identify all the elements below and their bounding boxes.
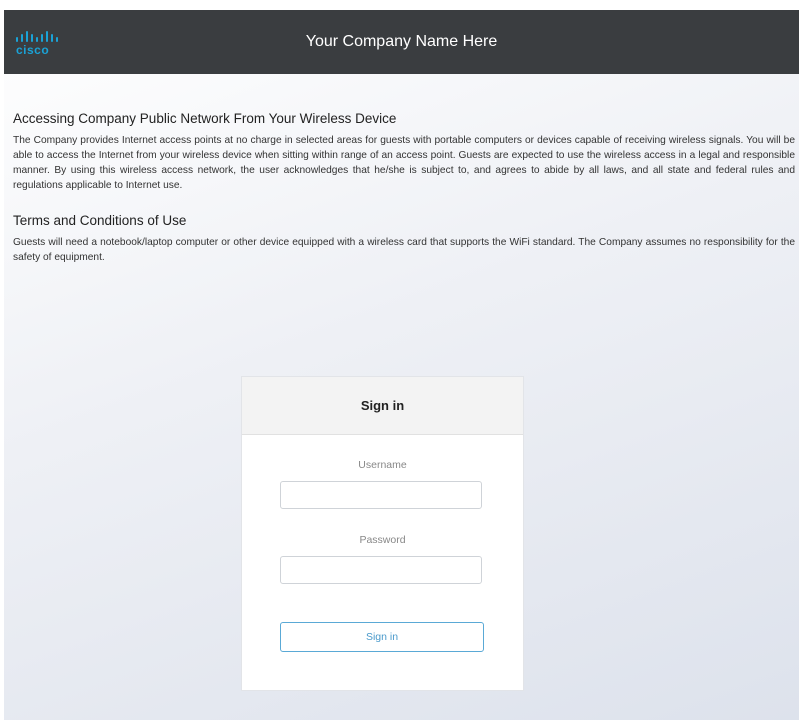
username-input[interactable] <box>280 481 482 509</box>
signin-button[interactable]: Sign in <box>280 622 484 652</box>
portal-page: cisco Your Company Name Here Accessing C… <box>4 10 799 720</box>
section-public-network: Accessing Company Public Network From Yo… <box>13 110 795 193</box>
section-terms: Terms and Conditions of Use Guests will … <box>13 212 795 265</box>
password-label: Password <box>359 534 406 546</box>
main-content: Accessing Company Public Network From Yo… <box>13 110 795 265</box>
company-name: Your Company Name Here <box>305 33 498 50</box>
section-body: The Company provides Internet access poi… <box>13 135 795 191</box>
signin-title: Sign in <box>242 377 523 435</box>
section-body: Guests will need a notebook/laptop compu… <box>13 237 795 263</box>
section-title: Terms and Conditions of Use <box>13 213 187 228</box>
header-bar: cisco Your Company Name Here <box>4 10 799 74</box>
password-input[interactable] <box>280 556 482 584</box>
username-label: Username <box>358 459 407 471</box>
signin-card: Sign in Username Password Sign in <box>241 376 524 691</box>
section-title: Accessing Company Public Network From Yo… <box>13 111 397 126</box>
